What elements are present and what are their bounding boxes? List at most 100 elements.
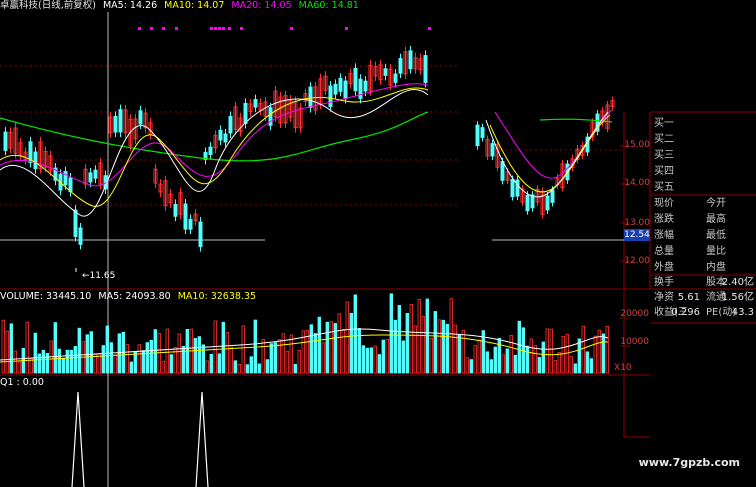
signal-marker	[218, 27, 221, 30]
low-price-arrow: ←	[82, 271, 90, 281]
volume-bar	[289, 334, 293, 374]
volume-bar	[541, 341, 545, 374]
volume-bar	[409, 304, 413, 374]
candle-body	[218, 129, 223, 141]
volume-bar	[585, 351, 589, 374]
quote-row: 换手 股本 2.40亿	[650, 275, 756, 291]
volume-bar	[445, 323, 449, 374]
volume-bar	[153, 329, 157, 374]
candle-body	[500, 161, 505, 181]
volume-bar	[453, 324, 457, 374]
volume-bar	[381, 339, 385, 374]
volume-bar	[101, 345, 105, 374]
candle-body	[88, 172, 93, 183]
volume-bar	[517, 320, 521, 374]
quote-row: 现价 今开	[650, 196, 756, 212]
volume-bar	[237, 364, 241, 374]
signal-marker	[214, 27, 217, 30]
candle-body	[308, 86, 313, 108]
price-tick: 14.00	[624, 178, 650, 188]
candle-body	[63, 171, 68, 186]
volume-bar	[465, 357, 469, 374]
quote-panel: 买一 买二 买三 买四 买五 现价 今开 涨跌 最高 涨幅 最低 总量 量比 外盘 内盘	[650, 112, 756, 289]
candle-body	[118, 109, 123, 133]
candle-body	[338, 77, 343, 92]
volume-bar	[337, 313, 341, 374]
volume-bar	[53, 322, 57, 374]
volume-bar	[193, 338, 197, 374]
order-book-row[interactable]: 买三	[650, 148, 756, 164]
candle-body	[188, 218, 193, 230]
kline-chart[interactable]	[0, 0, 756, 487]
volume-bar	[321, 342, 325, 374]
signal-marker	[162, 27, 165, 30]
volume-bar	[317, 316, 321, 374]
volume-bar	[353, 294, 357, 374]
volume-bar	[457, 334, 461, 374]
volume-bar	[41, 349, 45, 374]
volume-bar	[125, 344, 129, 374]
volume-bar	[145, 342, 149, 374]
volume-bar	[117, 333, 121, 374]
volume-bar	[9, 323, 13, 374]
volume-bar	[397, 305, 401, 374]
volume-bar	[441, 319, 445, 374]
volume-bar	[209, 353, 213, 374]
candle-body	[138, 110, 143, 125]
volume-bar	[77, 327, 81, 374]
quote-label: 最高	[706, 214, 726, 225]
quote-value: 43.3	[731, 307, 754, 318]
quote-label: 涨跌	[654, 214, 674, 225]
volume-bar	[537, 357, 541, 374]
quote-label: 现价	[654, 198, 674, 209]
indicator-header: Q1 : 0.00	[0, 377, 48, 389]
volume-bar	[45, 353, 49, 374]
volume-bar	[265, 359, 269, 374]
candle-body	[545, 195, 550, 211]
order-book-row[interactable]: 买四	[650, 164, 756, 180]
candle-body	[223, 133, 228, 143]
volume-bar	[473, 345, 477, 374]
candle-body	[328, 85, 333, 107]
volume-bar	[573, 363, 577, 374]
signal-marker	[240, 27, 243, 30]
volume-bar	[181, 345, 185, 374]
order-book-row[interactable]: 买五	[650, 180, 756, 196]
quote-label: 量比	[706, 246, 726, 257]
volume-unit: X10	[614, 363, 632, 373]
volume-bar	[569, 356, 573, 374]
volume-bar	[229, 346, 233, 374]
volume-bar	[281, 333, 285, 374]
volume-bar	[105, 325, 109, 374]
volume-bar	[61, 358, 65, 374]
quote-value: 5.61	[677, 292, 700, 303]
buy4-label: 买四	[654, 166, 674, 177]
volume-bar	[505, 348, 509, 374]
volume-bar	[565, 334, 569, 374]
order-book-row[interactable]: 买二	[650, 132, 756, 148]
candle-body	[343, 80, 348, 99]
order-book-row[interactable]: 买一	[650, 116, 756, 132]
volume-bar	[365, 347, 369, 374]
low-price-marker: ←11.65	[82, 271, 115, 281]
buy3-label: 买三	[654, 150, 674, 161]
candle-body	[333, 83, 338, 95]
volume-bar	[169, 354, 173, 374]
volume-bar	[413, 325, 417, 374]
candle-body	[423, 55, 428, 83]
quote-label: 净资	[654, 292, 674, 303]
volume-bar	[497, 338, 501, 374]
volume-bar	[549, 328, 553, 374]
candle-body	[353, 67, 358, 92]
candle-body	[33, 151, 38, 170]
volume-bar	[25, 321, 29, 374]
signal-marker	[175, 27, 178, 30]
volume-bar	[17, 361, 21, 374]
candle-body	[383, 68, 388, 76]
volume-bar	[377, 354, 381, 374]
quote-row: 涨幅 最低	[650, 228, 756, 244]
signal-marker	[228, 27, 231, 30]
quote-row: 总量 量比	[650, 244, 756, 260]
volume-bar	[221, 321, 225, 374]
volume-bar	[417, 299, 421, 374]
